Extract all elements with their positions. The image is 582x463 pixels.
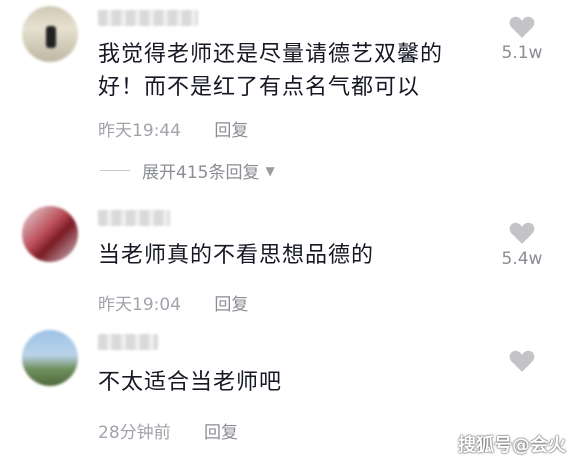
reply-button[interactable]: 回复 (204, 423, 238, 443)
like-count: 5.1w (501, 43, 543, 63)
username-blurred[interactable] (98, 10, 198, 26)
heart-icon (509, 350, 535, 372)
avatar[interactable] (22, 6, 78, 62)
comment-meta: 28分钟前 回复 (98, 418, 238, 443)
comment-meta: 昨天19:44 回复 (98, 116, 248, 141)
comment-text-line: 好！而不是红了有点名气都可以 (98, 75, 421, 100)
comment-time: 28分钟前 (98, 423, 171, 443)
comment-meta: 昨天19:04 回复 (98, 290, 248, 315)
like-button[interactable]: 5.4w (492, 220, 552, 269)
watermark: 搜狐号@会火 (458, 435, 566, 456)
comment-text: 当老师真的不看思想品德的 (98, 239, 374, 272)
heart-icon (509, 222, 535, 244)
triangle-down-icon: ▼ (265, 163, 275, 178)
reply-button[interactable]: 回复 (214, 121, 248, 141)
avatar[interactable] (22, 206, 78, 262)
comment-text: 我觉得老师还是尽量请德艺双馨的 好！而不是红了有点名气都可以 (98, 38, 443, 104)
like-button[interactable] (492, 348, 552, 373)
username-blurred[interactable] (98, 334, 158, 350)
like-count: 5.4w (501, 249, 543, 269)
comment-time: 昨天19:44 (98, 121, 181, 141)
comment-text: 不太适合当老师吧 (98, 366, 282, 399)
reply-button[interactable]: 回复 (214, 295, 248, 315)
username-blurred[interactable] (98, 210, 170, 226)
comment-text-line: 当老师真的不看思想品德的 (98, 243, 375, 268)
comment-text-line: 我觉得老师还是尽量请德艺双馨的 (98, 42, 444, 67)
expand-replies-label: 展开415条回复 (142, 163, 260, 183)
like-button[interactable]: 5.1w (492, 14, 552, 63)
avatar[interactable] (22, 330, 78, 386)
expand-replies-button[interactable]: 展开415条回复 ▼ (100, 158, 275, 183)
comment-time: 昨天19:04 (98, 295, 181, 315)
comment-text-line: 不太适合当老师吧 (98, 370, 283, 395)
divider (100, 170, 130, 171)
heart-icon (509, 16, 535, 38)
